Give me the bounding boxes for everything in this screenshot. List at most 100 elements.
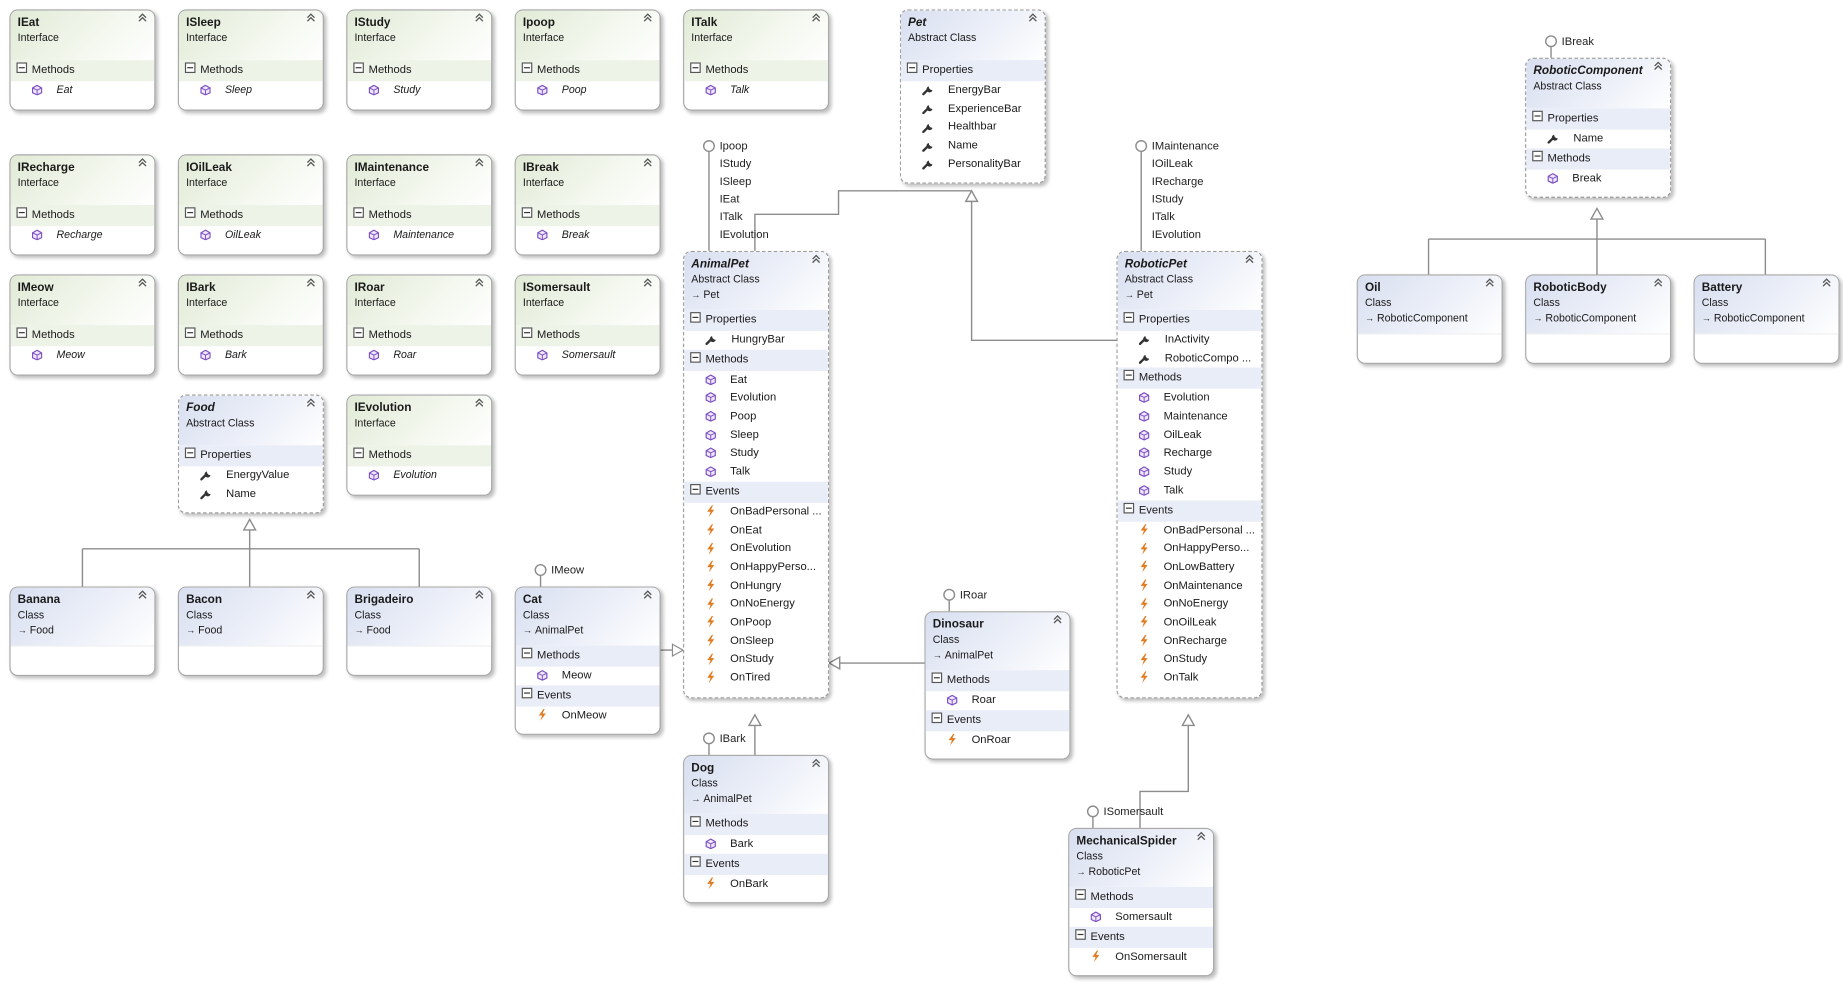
type-header[interactable]: Ipoop Interface xyxy=(515,10,660,61)
member-item[interactable]: Recharge xyxy=(11,226,155,244)
minus-box-icon[interactable] xyxy=(521,207,533,218)
type-box-animalpet[interactable]: AnimalPet Abstract Class → Pet Properties Hu… xyxy=(683,250,830,699)
member-item[interactable]: Roar xyxy=(347,346,491,364)
collapse-chevron-icon[interactable] xyxy=(1653,278,1663,291)
type-header[interactable]: Cat Class → AnimalPet xyxy=(515,587,660,646)
minus-box-icon[interactable] xyxy=(521,647,533,659)
minus-box-icon[interactable] xyxy=(521,327,533,338)
type-box-dinosaur[interactable]: Dinosaur Class → AnimalPet Methods Roar Event… xyxy=(924,611,1071,761)
minus-box-icon[interactable] xyxy=(184,62,196,74)
section-header-methods[interactable]: Methods xyxy=(347,204,492,227)
member-item[interactable]: Poop xyxy=(516,81,660,99)
minus-box-icon[interactable] xyxy=(1532,110,1543,122)
member-item[interactable]: Talk xyxy=(684,463,828,481)
member-item[interactable]: Maintenance xyxy=(347,226,491,244)
member-item[interactable]: RoboticCompo ... xyxy=(1118,349,1262,367)
type-box-ipoop[interactable]: Ipoop Interface Methods Poop xyxy=(514,9,661,111)
member-item[interactable]: OnTired xyxy=(684,669,828,687)
member-item[interactable]: Sleep xyxy=(684,426,828,444)
member-item[interactable]: OilLeak xyxy=(179,226,323,244)
member-item[interactable]: Name xyxy=(901,137,1045,155)
minus-box-icon[interactable] xyxy=(16,207,28,218)
minus-box-icon[interactable] xyxy=(353,62,364,74)
section-header-methods[interactable]: Methods xyxy=(179,204,323,227)
member-item[interactable]: OnHappyPerso... xyxy=(1118,540,1262,558)
type-header[interactable]: Oil Class → RoboticComponent xyxy=(1357,275,1502,334)
type-header[interactable]: Banana Class → Food xyxy=(10,587,155,646)
type-header[interactable]: RoboticPet Abstract Class → Pet xyxy=(1117,252,1262,310)
section-header-events[interactable]: Events xyxy=(1117,499,1262,522)
section-header-properties[interactable]: Properties xyxy=(1117,309,1262,331)
member-item[interactable]: Eat xyxy=(684,371,828,389)
member-item[interactable]: Name xyxy=(179,485,323,503)
type-box-isleep[interactable]: ISleep Interface Methods Sleep xyxy=(177,9,324,111)
type-header[interactable]: AnimalPet Abstract Class → Pet xyxy=(684,252,828,310)
type-header[interactable]: IMeow Interface xyxy=(10,275,155,326)
minus-box-icon[interactable] xyxy=(1123,502,1135,513)
member-item[interactable]: ExperienceBar xyxy=(901,100,1045,118)
member-item[interactable]: OnPoop xyxy=(684,614,828,632)
minus-box-icon[interactable] xyxy=(906,62,918,74)
minus-box-icon[interactable] xyxy=(184,207,196,218)
member-item[interactable]: InActivity xyxy=(1118,331,1262,349)
member-item[interactable]: Talk xyxy=(1118,481,1262,499)
type-header[interactable]: Food Abstract Class xyxy=(179,395,323,446)
type-box-mechanicalspider[interactable]: MechanicalSpider Class → RoboticPet Methods… xyxy=(1068,827,1215,977)
minus-box-icon[interactable] xyxy=(690,816,701,827)
type-header[interactable]: IStudy Interface xyxy=(347,10,492,61)
member-item[interactable]: Eat xyxy=(11,81,155,99)
member-item[interactable]: Name xyxy=(1526,130,1670,148)
minus-box-icon[interactable] xyxy=(690,483,701,495)
member-item[interactable]: Somersault xyxy=(516,346,660,364)
member-item[interactable]: OnOilLeak xyxy=(1118,614,1262,632)
section-header-methods[interactable]: Methods xyxy=(1526,148,1670,170)
minus-box-icon[interactable] xyxy=(1532,150,1543,161)
collapse-chevron-icon[interactable] xyxy=(643,278,652,291)
member-item[interactable]: OnEvolution xyxy=(684,540,828,558)
member-item[interactable]: Evolution xyxy=(684,389,828,407)
collapse-chevron-icon[interactable] xyxy=(811,13,821,26)
section-header-properties[interactable]: Properties xyxy=(1526,108,1670,130)
type-box-dog[interactable]: Dog Class → AnimalPet Methods Bark Events OnBa… xyxy=(683,754,830,904)
type-header[interactable]: Pet Abstract Class xyxy=(900,10,1045,61)
collapse-chevron-icon[interactable] xyxy=(138,13,147,26)
member-item[interactable]: OnNoEnergy xyxy=(684,595,828,613)
member-item[interactable]: Meow xyxy=(516,667,660,685)
member-item[interactable]: Break xyxy=(1526,169,1670,187)
section-header-methods[interactable]: Methods xyxy=(684,60,828,82)
type-box-bacon[interactable]: Bacon Class → Food xyxy=(177,586,324,676)
section-header-methods[interactable]: Methods xyxy=(515,645,660,667)
section-header-methods[interactable]: Methods xyxy=(179,325,323,347)
member-item[interactable]: Study xyxy=(684,445,828,463)
member-item[interactable]: Study xyxy=(347,81,491,99)
member-item[interactable]: HungryBar xyxy=(684,331,828,349)
section-header-methods[interactable]: Methods xyxy=(515,60,660,82)
type-box-roboticcomponent[interactable]: RoboticComponent Abstract Class Properties… xyxy=(1525,57,1672,199)
collapse-chevron-icon[interactable] xyxy=(475,158,484,171)
minus-box-icon[interactable] xyxy=(353,207,364,218)
collapse-chevron-icon[interactable] xyxy=(643,13,652,26)
member-item[interactable]: EnergyBar xyxy=(901,81,1045,99)
section-header-methods[interactable]: Methods xyxy=(515,204,660,227)
member-item[interactable]: OnEat xyxy=(684,521,828,539)
section-header-methods[interactable]: Methods xyxy=(179,60,323,82)
member-item[interactable]: Healthbar xyxy=(901,118,1045,136)
section-header-methods[interactable]: Methods xyxy=(347,325,492,347)
section-header-properties[interactable]: Properties xyxy=(684,309,828,331)
collapse-chevron-icon[interactable] xyxy=(138,278,147,291)
member-item[interactable]: OnBark xyxy=(684,875,828,893)
member-item[interactable]: OnRecharge xyxy=(1118,632,1262,650)
section-header-methods[interactable]: Methods xyxy=(684,813,828,835)
type-box-italk[interactable]: ITalk Interface Methods Talk xyxy=(683,9,830,111)
minus-box-icon[interactable] xyxy=(690,351,701,363)
member-item[interactable]: Maintenance xyxy=(1118,408,1262,426)
collapse-chevron-icon[interactable] xyxy=(138,590,147,603)
type-header[interactable]: IRoar Interface xyxy=(347,275,492,326)
type-box-iroar[interactable]: IRoar Interface Methods Roar xyxy=(346,274,493,376)
type-box-isomersault[interactable]: ISomersault Interface Methods Somersault xyxy=(514,274,661,376)
member-item[interactable]: OilLeak xyxy=(1118,426,1262,444)
collapse-chevron-icon[interactable] xyxy=(1822,278,1831,291)
collapse-chevron-icon[interactable] xyxy=(1028,13,1037,26)
member-item[interactable]: Roar xyxy=(926,691,1070,709)
section-header-methods[interactable]: Methods xyxy=(925,670,1070,692)
